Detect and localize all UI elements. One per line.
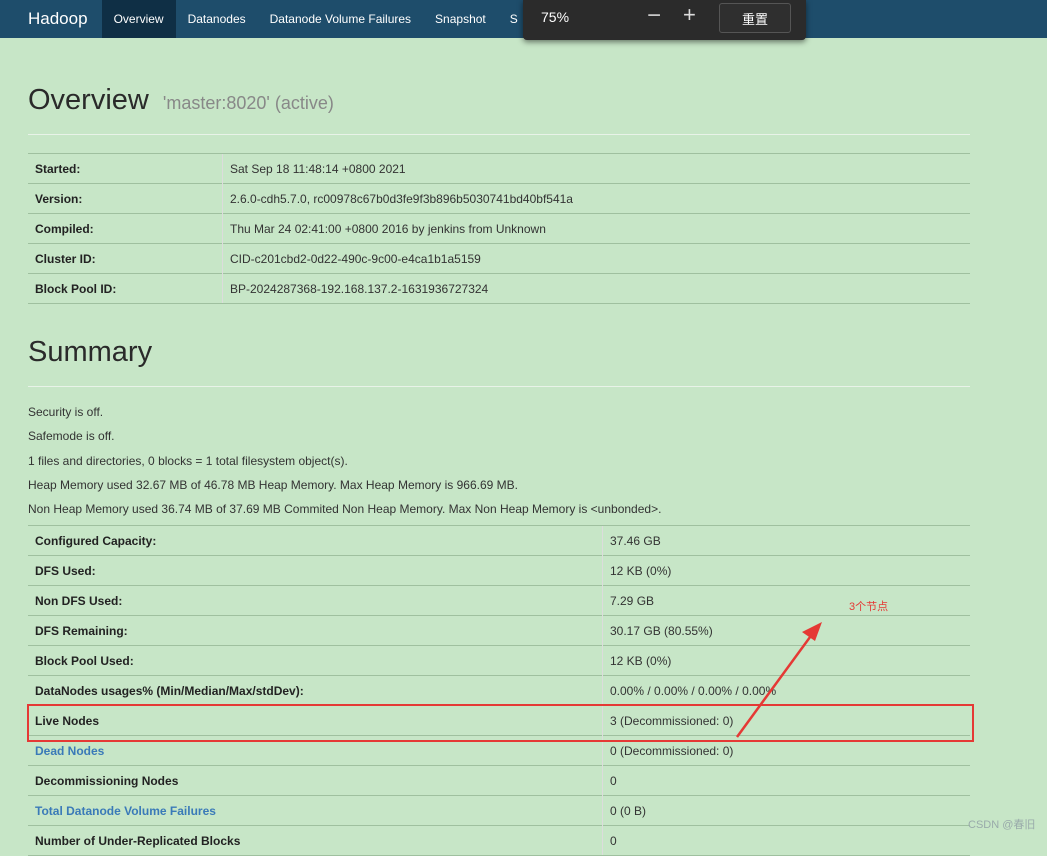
live-nodes-highlight	[27, 704, 974, 742]
watermark: CSDN @春旧	[968, 819, 1036, 831]
